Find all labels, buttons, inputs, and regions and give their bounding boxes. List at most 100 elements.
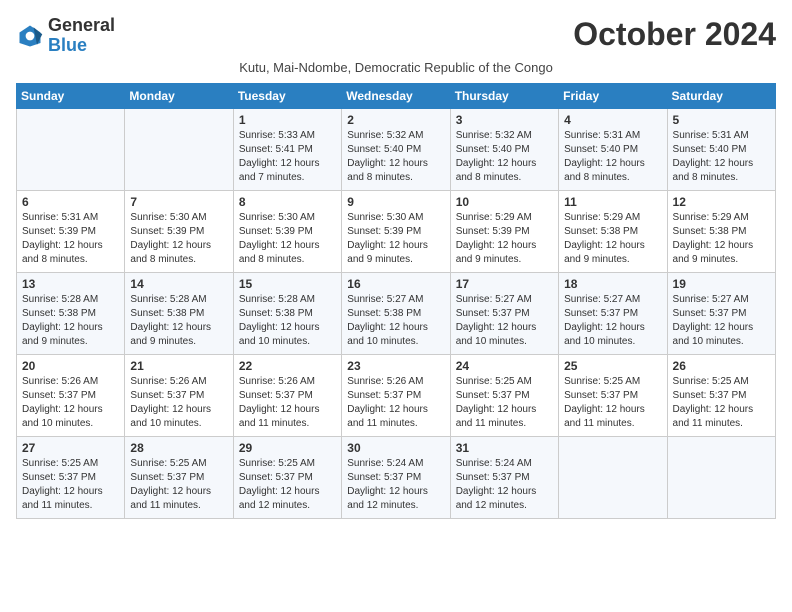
calendar-cell [17,108,125,190]
day-info: Sunrise: 5:29 AMSunset: 5:38 PMDaylight:… [564,211,661,267]
day-number: 1 [239,113,336,127]
logo-general-text: General [48,15,115,35]
header-row: Sunday Monday Tuesday Wednesday Thursday… [17,83,776,108]
calendar-cell: 25 Sunrise: 5:25 AMSunset: 5:37 PMDayligh… [559,354,667,436]
day-number: 29 [239,441,336,455]
day-number: 31 [456,441,553,455]
day-number: 5 [673,113,770,127]
calendar-cell: 2 Sunrise: 5:32 AMSunset: 5:40 PMDaylight… [342,108,450,190]
day-info: Sunrise: 5:32 AMSunset: 5:40 PMDaylight:… [456,129,553,185]
day-number: 16 [347,277,444,291]
day-number: 20 [22,359,119,373]
day-info: Sunrise: 5:26 AMSunset: 5:37 PMDaylight:… [130,375,227,431]
day-number: 25 [564,359,661,373]
calendar-cell: 3 Sunrise: 5:32 AMSunset: 5:40 PMDaylight… [450,108,558,190]
day-info: Sunrise: 5:25 AMSunset: 5:37 PMDaylight:… [673,375,770,431]
calendar-cell [559,436,667,518]
page-header: General Blue October 2024 [16,16,776,56]
day-info: Sunrise: 5:25 AMSunset: 5:37 PMDaylight:… [239,457,336,513]
day-info: Sunrise: 5:25 AMSunset: 5:37 PMDaylight:… [130,457,227,513]
calendar-cell: 19 Sunrise: 5:27 AMSunset: 5:37 PMDayligh… [667,272,775,354]
col-tuesday: Tuesday [233,83,341,108]
calendar-cell: 20 Sunrise: 5:26 AMSunset: 5:37 PMDayligh… [17,354,125,436]
day-info: Sunrise: 5:25 AMSunset: 5:37 PMDaylight:… [564,375,661,431]
col-wednesday: Wednesday [342,83,450,108]
calendar-cell: 13 Sunrise: 5:28 AMSunset: 5:38 PMDayligh… [17,272,125,354]
col-sunday: Sunday [17,83,125,108]
day-number: 28 [130,441,227,455]
day-info: Sunrise: 5:31 AMSunset: 5:40 PMDaylight:… [673,129,770,185]
day-number: 26 [673,359,770,373]
day-number: 27 [22,441,119,455]
calendar-cell: 10 Sunrise: 5:29 AMSunset: 5:39 PMDayligh… [450,190,558,272]
col-thursday: Thursday [450,83,558,108]
logo: General Blue [16,16,115,56]
day-number: 21 [130,359,227,373]
day-info: Sunrise: 5:26 AMSunset: 5:37 PMDaylight:… [347,375,444,431]
month-title: October 2024 [573,16,776,53]
title-block: October 2024 [573,16,776,53]
calendar-cell: 8Sunrise: 5:30 AMSunset: 5:39 PMDaylight… [233,190,341,272]
day-number: 4 [564,113,661,127]
calendar-cell: 9Sunrise: 5:30 AMSunset: 5:39 PMDaylight… [342,190,450,272]
calendar-cell: 6Sunrise: 5:31 AMSunset: 5:39 PMDaylight… [17,190,125,272]
day-info: Sunrise: 5:27 AMSunset: 5:38 PMDaylight:… [347,293,444,349]
day-info: Sunrise: 5:31 AMSunset: 5:40 PMDaylight:… [564,129,661,185]
day-info: Sunrise: 5:30 AMSunset: 5:39 PMDaylight:… [347,211,444,267]
day-info: Sunrise: 5:28 AMSunset: 5:38 PMDaylight:… [130,293,227,349]
calendar-cell: 23Sunrise: 5:26 AMSunset: 5:37 PMDayligh… [342,354,450,436]
calendar-cell: 21 Sunrise: 5:26 AMSunset: 5:37 PMDayligh… [125,354,233,436]
calendar-cell: 11 Sunrise: 5:29 AMSunset: 5:38 PMDayligh… [559,190,667,272]
day-number: 15 [239,277,336,291]
day-info: Sunrise: 5:25 AMSunset: 5:37 PMDaylight:… [456,375,553,431]
day-info: Sunrise: 5:27 AMSunset: 5:37 PMDaylight:… [456,293,553,349]
day-number: 30 [347,441,444,455]
day-info: Sunrise: 5:26 AMSunset: 5:37 PMDaylight:… [239,375,336,431]
day-number: 19 [673,277,770,291]
day-info: Sunrise: 5:29 AMSunset: 5:39 PMDaylight:… [456,211,553,267]
day-info: Sunrise: 5:32 AMSunset: 5:40 PMDaylight:… [347,129,444,185]
day-number: 24 [456,359,553,373]
day-number: 10 [456,195,553,209]
calendar-cell: 30 Sunrise: 5:24 AMSunset: 5:37 PMDayligh… [342,436,450,518]
day-info: Sunrise: 5:27 AMSunset: 5:37 PMDaylight:… [564,293,661,349]
col-saturday: Saturday [667,83,775,108]
calendar-cell: 18Sunrise: 5:27 AMSunset: 5:37 PMDayligh… [559,272,667,354]
calendar-cell: 29 Sunrise: 5:25 AMSunset: 5:37 PMDayligh… [233,436,341,518]
day-number: 12 [673,195,770,209]
col-friday: Friday [559,83,667,108]
day-number: 7 [130,195,227,209]
calendar-cell [125,108,233,190]
calendar-cell: 5 Sunrise: 5:31 AMSunset: 5:40 PMDaylight… [667,108,775,190]
calendar-table: Sunday Monday Tuesday Wednesday Thursday… [16,83,776,519]
calendar-cell: 28 Sunrise: 5:25 AMSunset: 5:37 PMDayligh… [125,436,233,518]
calendar-cell: 7Sunrise: 5:30 AMSunset: 5:39 PMDaylight… [125,190,233,272]
day-number: 22 [239,359,336,373]
calendar-week-1: 1 Sunrise: 5:33 AMSunset: 5:41 PMDaylight… [17,108,776,190]
day-info: Sunrise: 5:28 AMSunset: 5:38 PMDaylight:… [22,293,119,349]
day-info: Sunrise: 5:26 AMSunset: 5:37 PMDaylight:… [22,375,119,431]
calendar-cell: 12Sunrise: 5:29 AMSunset: 5:38 PMDayligh… [667,190,775,272]
calendar-week-4: 20 Sunrise: 5:26 AMSunset: 5:37 PMDayligh… [17,354,776,436]
day-info: Sunrise: 5:24 AMSunset: 5:37 PMDaylight:… [347,457,444,513]
calendar-cell: 26 Sunrise: 5:25 AMSunset: 5:37 PMDayligh… [667,354,775,436]
day-info: Sunrise: 5:27 AMSunset: 5:37 PMDaylight:… [673,293,770,349]
calendar-cell: 22 Sunrise: 5:26 AMSunset: 5:37 PMDayligh… [233,354,341,436]
day-info: Sunrise: 5:33 AMSunset: 5:41 PMDaylight:… [239,129,336,185]
day-number: 11 [564,195,661,209]
calendar-cell: 14Sunrise: 5:28 AMSunset: 5:38 PMDayligh… [125,272,233,354]
day-info: Sunrise: 5:31 AMSunset: 5:39 PMDaylight:… [22,211,119,267]
subtitle: Kutu, Mai-Ndombe, Democratic Republic of… [16,60,776,75]
calendar-cell: 4 Sunrise: 5:31 AMSunset: 5:40 PMDaylight… [559,108,667,190]
day-number: 8 [239,195,336,209]
calendar-week-5: 27 Sunrise: 5:25 AMSunset: 5:37 PMDayligh… [17,436,776,518]
calendar-cell: 16 Sunrise: 5:27 AMSunset: 5:38 PMDayligh… [342,272,450,354]
calendar-cell: 15 Sunrise: 5:28 AMSunset: 5:38 PMDayligh… [233,272,341,354]
day-number: 2 [347,113,444,127]
calendar-cell: 24 Sunrise: 5:25 AMSunset: 5:37 PMDayligh… [450,354,558,436]
col-monday: Monday [125,83,233,108]
day-number: 13 [22,277,119,291]
day-number: 3 [456,113,553,127]
day-info: Sunrise: 5:28 AMSunset: 5:38 PMDaylight:… [239,293,336,349]
calendar-cell: 27Sunrise: 5:25 AMSunset: 5:37 PMDayligh… [17,436,125,518]
